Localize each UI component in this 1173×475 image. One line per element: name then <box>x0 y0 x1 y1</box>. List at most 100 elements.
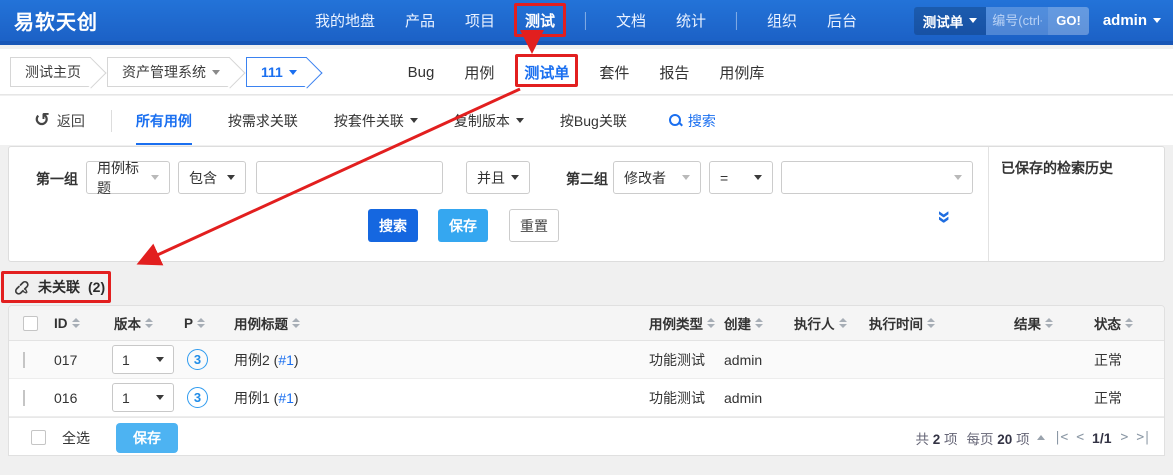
breadcrumb-product-select[interactable]: 资产管理系统 <box>107 57 230 87</box>
last-page-button[interactable]: >| <box>1136 430 1151 445</box>
toolbar-item-by-suite[interactable]: 按套件关联 <box>334 96 418 145</box>
nav-item-test[interactable]: 测试 <box>525 10 555 31</box>
nav-divider <box>736 11 738 30</box>
nav-item-doc[interactable]: 文档 <box>616 10 646 31</box>
nav-item-admin-panel[interactable]: 后台 <box>827 10 857 31</box>
form-search-button[interactable]: 搜索 <box>368 209 418 242</box>
search-scope-select[interactable]: 测试单 <box>913 6 987 35</box>
chevron-down-icon <box>151 175 159 180</box>
row-checkbox[interactable] <box>23 389 25 406</box>
case-title-close: ) <box>293 389 299 406</box>
back-button[interactable]: ↺ 返回 <box>34 111 85 131</box>
select-all-header-cell[interactable] <box>9 315 49 331</box>
quick-search: 测试单 GO! <box>913 6 1089 35</box>
sort-icon[interactable] <box>145 318 153 328</box>
sort-icon[interactable] <box>838 318 847 328</box>
field2-value: 修改者 <box>624 169 666 186</box>
operator2-select[interactable]: = <box>709 161 773 194</box>
tab-bug[interactable]: Bug <box>408 64 435 81</box>
field2-select[interactable]: 修改者 <box>613 161 701 194</box>
tab-caselib[interactable]: 用例库 <box>719 62 764 83</box>
toolbar-item-copy-version[interactable]: 复制版本 <box>454 96 524 145</box>
field1-select[interactable]: 用例标题 <box>86 160 170 196</box>
group1-label: 第一组 <box>36 171 78 187</box>
breadcrumb-build-select[interactable]: 111 <box>246 57 307 87</box>
case-title-cell: 用例1 (#1) <box>229 388 644 408</box>
version-value: 1 <box>122 389 130 406</box>
value1-input[interactable] <box>256 161 443 194</box>
tab-testtask[interactable]: 测试单 <box>524 62 569 83</box>
sort-icon[interactable] <box>197 318 206 328</box>
case-title[interactable]: 用例2 ( <box>234 352 278 368</box>
collapse-double-chevron-icon[interactable]: » <box>932 210 959 223</box>
col-creator[interactable]: 创建 <box>719 313 789 333</box>
breadcrumb-tabs-row: 测试主页 资产管理系统 111 Bug 用例 测试单 套件 报告 用例库 <box>0 49 1173 95</box>
go-button[interactable]: GO! <box>1048 6 1089 35</box>
toolbar-divider <box>110 109 112 132</box>
next-page-button[interactable]: > <box>1121 430 1129 445</box>
sort-icon[interactable] <box>1045 318 1053 328</box>
version-value: 1 <box>122 351 130 368</box>
version-select[interactable]: 1 <box>112 345 174 374</box>
toolbar-search-toggle[interactable]: 搜索 <box>668 96 716 145</box>
nav-item-product[interactable]: 产品 <box>405 10 435 31</box>
tab-case[interactable]: 用例 <box>464 62 494 83</box>
case-status: 正常 <box>1094 389 1122 406</box>
sort-icon[interactable] <box>755 318 763 328</box>
priority-badge[interactable]: 3 <box>187 349 208 370</box>
user-menu[interactable]: admin <box>1103 12 1161 29</box>
story-link[interactable]: #1 <box>278 352 294 368</box>
total-count: 共 2 项 <box>915 431 958 447</box>
sort-icon[interactable] <box>927 318 935 328</box>
col-executor[interactable]: 执行人 <box>789 313 864 333</box>
breadcrumb-home-label: 测试主页 <box>25 64 81 80</box>
cases-table: ID 版本 P 用例标题 用例类型 创建 执行人 执行时间 结果 状态 017 … <box>8 305 1165 456</box>
nav-item-org[interactable]: 组织 <box>767 10 797 31</box>
col-status[interactable]: 状态 <box>1089 313 1164 333</box>
story-link[interactable]: #1 <box>278 390 294 406</box>
col-id[interactable]: ID <box>49 316 109 331</box>
sort-icon[interactable] <box>1125 318 1133 328</box>
row-checkbox[interactable] <box>23 351 25 368</box>
first-page-button[interactable]: |< <box>1054 430 1069 445</box>
sort-icon[interactable] <box>292 318 300 328</box>
per-page[interactable]: 每页 20 项 <box>967 428 1030 448</box>
chevron-down-icon <box>212 69 220 75</box>
nav-item-stats[interactable]: 统计 <box>676 10 706 31</box>
toolbar-item-by-story[interactable]: 按需求关联 <box>228 96 298 145</box>
tab-suite[interactable]: 套件 <box>599 62 629 83</box>
prev-page-button[interactable]: < <box>1076 430 1084 445</box>
value2-select[interactable] <box>781 161 973 194</box>
footer-save-button[interactable]: 保存 <box>116 422 178 453</box>
operator1-select[interactable]: 包含 <box>178 161 246 194</box>
nav-item-project[interactable]: 项目 <box>465 10 495 31</box>
col-type[interactable]: 用例类型 <box>644 313 719 333</box>
nav-item-my[interactable]: 我的地盘 <box>315 10 375 31</box>
header-checkbox[interactable] <box>23 315 38 331</box>
chevron-down-icon <box>682 175 690 180</box>
priority-badge[interactable]: 3 <box>187 387 208 408</box>
andor-select[interactable]: 并且 <box>466 161 530 194</box>
version-select[interactable]: 1 <box>112 383 174 412</box>
toolbar-item-by-bug[interactable]: 按Bug关联 <box>560 96 627 145</box>
form-save-button[interactable]: 保存 <box>438 209 488 242</box>
sort-icon[interactable] <box>707 318 715 328</box>
chevron-down-icon <box>156 395 164 400</box>
id-search-input[interactable] <box>986 6 1049 35</box>
col-version[interactable]: 版本 <box>109 313 179 333</box>
toolbar-item-all-cases[interactable]: 所有用例 <box>135 96 192 145</box>
sort-icon[interactable] <box>71 318 80 328</box>
case-title[interactable]: 用例1 ( <box>234 390 278 406</box>
operator1-value: 包含 <box>189 169 217 186</box>
select-all-label: 全选 <box>62 429 90 446</box>
search-scope-label: 测试单 <box>922 14 964 30</box>
col-priority[interactable]: P <box>179 316 229 331</box>
breadcrumb-test-home[interactable]: 测试主页 <box>10 57 91 87</box>
select-all-checkbox[interactable] <box>31 430 46 445</box>
tab-report[interactable]: 报告 <box>659 62 689 83</box>
form-reset-button[interactable]: 重置 <box>509 209 559 242</box>
col-title[interactable]: 用例标题 <box>229 313 644 333</box>
col-exec-time[interactable]: 执行时间 <box>864 313 1009 333</box>
col-result[interactable]: 结果 <box>1009 313 1089 333</box>
brand-logo[interactable]: 易软天创 <box>14 6 98 35</box>
